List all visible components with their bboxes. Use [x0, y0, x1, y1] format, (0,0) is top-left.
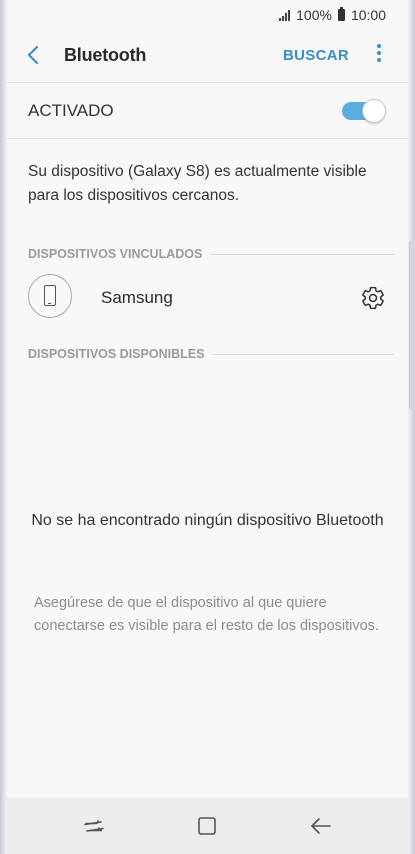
device-settings-button[interactable] [360, 285, 386, 311]
battery-icon [337, 7, 345, 21]
bluetooth-toggle-row[interactable]: ACTIVADO [7, 83, 408, 138]
back-button[interactable] [21, 42, 47, 68]
status-bar: 100% 10:00 [7, 0, 408, 30]
empty-state-title: No se ha encontrado ningún dispositivo B… [31, 512, 384, 529]
screen: 100% 10:00 Bluetooth BUSCAR ACTIVADO Su … [7, 0, 408, 854]
divider [7, 138, 408, 139]
home-icon [198, 817, 216, 835]
app-bar: Bluetooth BUSCAR [7, 30, 408, 82]
section-label: DISPOSITIVOS VINCULADOS [28, 247, 203, 261]
device-frame: 100% 10:00 Bluetooth BUSCAR ACTIVADO Su … [0, 0, 415, 854]
device-name: Samsung [101, 288, 173, 307]
battery-percent: 100% [296, 7, 332, 23]
system-back-button[interactable] [307, 812, 335, 840]
search-button[interactable]: BUSCAR [283, 47, 349, 64]
recent-apps-icon [84, 820, 104, 832]
available-devices-header: DISPOSITIVOS DISPONIBLES [28, 344, 394, 364]
gear-icon [362, 286, 384, 310]
section-divider [210, 253, 394, 255]
paired-device-item[interactable]: Samsung [7, 272, 408, 324]
paired-devices-header: DISPOSITIVOS VINCULADOS [28, 244, 394, 264]
home-button[interactable] [193, 812, 221, 840]
signal-icon [279, 9, 291, 21]
section-divider [212, 353, 394, 355]
switch-thumb [362, 99, 386, 123]
navigation-bar [7, 798, 408, 854]
clock: 10:00 [350, 7, 386, 23]
device-avatar [28, 274, 72, 318]
back-icon [311, 818, 331, 834]
phone-icon [44, 285, 56, 306]
section-label: DISPOSITIVOS DISPONIBLES [28, 347, 205, 361]
empty-state-hint: Asegúrese de que el dispositivo al que q… [34, 595, 379, 634]
recent-apps-button[interactable] [80, 812, 108, 840]
status-indicators: 100% 10:00 [279, 7, 386, 23]
chevron-left-icon [27, 45, 39, 65]
more-options-button[interactable] [374, 44, 384, 68]
visibility-notice: Su dispositivo (Galaxy S8) es actualment… [28, 163, 367, 204]
toggle-label: ACTIVADO [28, 101, 114, 120]
more-vert-icon [374, 44, 384, 62]
bluetooth-switch[interactable] [342, 99, 386, 123]
side-edge-key [409, 240, 415, 410]
page-title: Bluetooth [64, 45, 147, 65]
